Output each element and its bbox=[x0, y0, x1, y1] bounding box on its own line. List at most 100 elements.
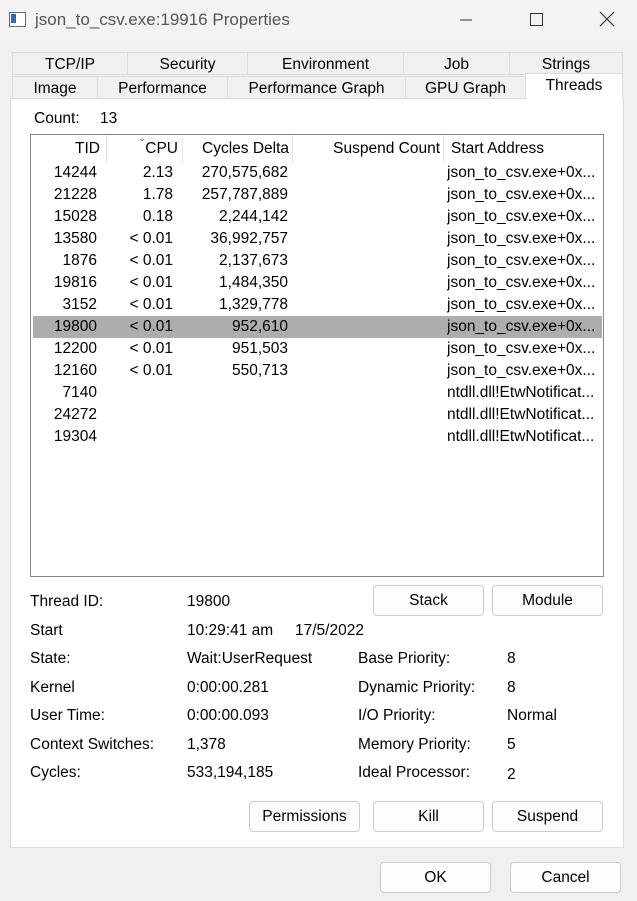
thread-cycles-delta-cell: 550,713 bbox=[231, 362, 288, 379]
cycles-value: 533,194,185 bbox=[187, 764, 274, 781]
thread-suspend-count-cell bbox=[293, 162, 439, 184]
column-header-tid[interactable]: TID bbox=[31, 135, 107, 163]
thread-row[interactable]: 12200 < 0.01 951,503 json_to_csv.exe+0x... bbox=[33, 338, 602, 360]
base-priority-value: 8 bbox=[507, 650, 516, 667]
thread-start-address-cell: json_to_csv.exe+0x... bbox=[447, 318, 596, 335]
app-window-icon bbox=[9, 12, 26, 27]
column-header-cycles-delta[interactable]: Cycles Delta bbox=[183, 135, 293, 163]
threads-list[interactable]: TID CPU ⌄ Cycles Delta Suspend Count Sta… bbox=[30, 134, 604, 577]
thread-suspend-count-cell bbox=[293, 316, 439, 338]
thread-row[interactable]: 1876 < 0.01 2,137,673 json_to_csv.exe+0x... bbox=[33, 250, 602, 272]
suspend-button[interactable]: Suspend bbox=[492, 801, 603, 832]
tab-environment[interactable]: Environment bbox=[247, 52, 404, 75]
thread-cpu-cell: < 0.01 bbox=[129, 318, 173, 335]
thread-tid-cell: 1876 bbox=[62, 252, 97, 269]
thread-tid-cell: 24272 bbox=[53, 406, 97, 423]
tab-job[interactable]: Job bbox=[403, 52, 510, 75]
thread-cycles-delta-cell: 952,610 bbox=[231, 318, 288, 335]
start-time-value: 10:29:41 am bbox=[187, 622, 274, 639]
thread-row[interactable]: 15028 0.18 2,244,142 json_to_csv.exe+0x... bbox=[33, 206, 602, 228]
thread-cpu-cell: 0.18 bbox=[142, 208, 173, 225]
io-priority-value: Normal bbox=[507, 707, 557, 724]
tab-performance[interactable]: Performance bbox=[97, 76, 228, 99]
thread-row[interactable]: 21228 1.78 257,787,889 json_to_csv.exe+0x..… bbox=[33, 184, 602, 206]
thread-id-value: 19800 bbox=[187, 593, 231, 610]
dynamic-priority-label: Dynamic Priority: bbox=[358, 679, 476, 696]
column-header-start-address[interactable]: Start Address bbox=[444, 135, 603, 163]
thread-row[interactable]: 13580 < 0.01 36,992,757 json_to_csv.exe+0x.… bbox=[33, 228, 602, 250]
thread-cpu-cell: < 0.01 bbox=[129, 340, 173, 357]
thread-start-address-cell: json_to_csv.exe+0x... bbox=[447, 362, 596, 379]
maximize-icon[interactable] bbox=[524, 8, 548, 32]
thread-id-label: Thread ID: bbox=[30, 593, 104, 610]
permissions-button[interactable]: Permissions bbox=[249, 801, 360, 832]
sort-chevron-icon: ⌄ bbox=[138, 134, 147, 144]
thread-row[interactable]: 24272 ntdll.dll!EtwNotificat... bbox=[33, 404, 602, 426]
tab-threads[interactable]: Threads bbox=[525, 73, 623, 99]
thread-row[interactable]: 3152 < 0.01 1,329,778 json_to_csv.exe+0x... bbox=[33, 294, 602, 316]
dynamic-priority-value: 8 bbox=[507, 679, 516, 696]
thread-cycles-delta-cell: 2,137,673 bbox=[219, 252, 288, 269]
close-icon[interactable] bbox=[595, 8, 619, 32]
thread-row[interactable]: 12160 < 0.01 550,713 json_to_csv.exe+0x... bbox=[33, 360, 602, 382]
thread-tid-cell: 19800 bbox=[53, 318, 97, 335]
thread-cpu-cell: < 0.01 bbox=[129, 252, 173, 269]
user-time-value: 0:00:00.093 bbox=[187, 707, 269, 724]
memory-priority-value: 5 bbox=[507, 736, 516, 753]
window-title: json_to_csv.exe:19916 Properties bbox=[35, 10, 290, 29]
thread-start-address-cell: json_to_csv.exe+0x... bbox=[447, 252, 596, 269]
thread-cpu-cell: < 0.01 bbox=[129, 274, 173, 291]
tab-gpu-graph[interactable]: GPU Graph bbox=[405, 76, 526, 99]
module-button[interactable]: Module bbox=[492, 585, 603, 616]
io-priority-label: I/O Priority: bbox=[358, 707, 436, 724]
thread-start-address-cell: ntdll.dll!EtwNotificat... bbox=[447, 428, 595, 445]
thread-tid-cell: 14244 bbox=[53, 164, 97, 181]
thread-cycles-delta-cell: 951,503 bbox=[231, 340, 288, 357]
thread-start-address-cell: ntdll.dll!EtwNotificat... bbox=[447, 406, 595, 423]
tab-image[interactable]: Image bbox=[12, 76, 98, 99]
thread-row[interactable]: 19304 ntdll.dll!EtwNotificat... bbox=[33, 426, 602, 448]
tab-security[interactable]: Security bbox=[127, 52, 248, 75]
thread-suspend-count-cell bbox=[293, 426, 439, 448]
thread-suspend-count-cell bbox=[293, 404, 439, 426]
thread-suspend-count-cell bbox=[293, 184, 439, 206]
thread-tid-cell: 12200 bbox=[53, 340, 97, 357]
thread-cycles-delta-cell bbox=[183, 382, 288, 404]
ok-button[interactable]: OK bbox=[380, 862, 491, 893]
tab-performance-graph[interactable]: Performance Graph bbox=[227, 76, 406, 99]
kernel-value: 0:00:00.281 bbox=[187, 679, 269, 696]
cancel-button[interactable]: Cancel bbox=[510, 862, 621, 893]
thread-suspend-count-cell bbox=[293, 360, 439, 382]
thread-tid-cell: 19816 bbox=[53, 274, 97, 291]
thread-suspend-count-cell bbox=[293, 272, 439, 294]
thread-suspend-count-cell bbox=[293, 294, 439, 316]
tab-tcpip[interactable]: TCP/IP bbox=[12, 52, 128, 75]
column-header-suspend-count[interactable]: Suspend Count bbox=[293, 135, 444, 163]
start-date-value: 17/5/2022 bbox=[295, 622, 364, 639]
base-priority-label: Base Priority: bbox=[358, 650, 451, 667]
kill-button[interactable]: Kill bbox=[373, 801, 484, 832]
thread-tid-cell: 19304 bbox=[53, 428, 97, 445]
stack-button[interactable]: Stack bbox=[373, 585, 484, 616]
thread-row[interactable]: 19800 < 0.01 952,610 json_to_csv.exe+0x... bbox=[33, 316, 602, 338]
thread-start-address-cell: json_to_csv.exe+0x... bbox=[447, 208, 596, 225]
minimize-icon[interactable] bbox=[454, 8, 478, 32]
thread-start-address-cell: json_to_csv.exe+0x... bbox=[447, 296, 596, 313]
start-label: Start bbox=[30, 622, 63, 639]
thread-tid-cell: 3152 bbox=[62, 296, 97, 313]
memory-priority-label: Memory Priority: bbox=[358, 736, 471, 753]
thread-cycles-delta-cell: 1,484,350 bbox=[219, 274, 288, 291]
thread-suspend-count-cell bbox=[293, 206, 439, 228]
thread-suspend-count-cell bbox=[293, 338, 439, 360]
user-time-label: User Time: bbox=[30, 707, 105, 724]
thread-row[interactable]: 19816 < 0.01 1,484,350 json_to_csv.exe+0x..… bbox=[33, 272, 602, 294]
thread-row[interactable]: 14244 2.13 270,575,682 json_to_csv.exe+0x..… bbox=[33, 162, 602, 184]
ideal-processor-value: 2 bbox=[507, 766, 516, 783]
thread-start-address-cell: json_to_csv.exe+0x... bbox=[447, 164, 596, 181]
thread-cycles-delta-cell: 257,787,889 bbox=[201, 186, 288, 203]
thread-row[interactable]: 7140 ntdll.dll!EtwNotificat... bbox=[33, 382, 602, 404]
thread-cpu-cell: < 0.01 bbox=[129, 296, 173, 313]
thread-tid-cell: 13580 bbox=[53, 230, 97, 247]
tab-strings[interactable]: Strings bbox=[509, 52, 623, 75]
thread-start-address-cell: json_to_csv.exe+0x... bbox=[447, 274, 596, 291]
